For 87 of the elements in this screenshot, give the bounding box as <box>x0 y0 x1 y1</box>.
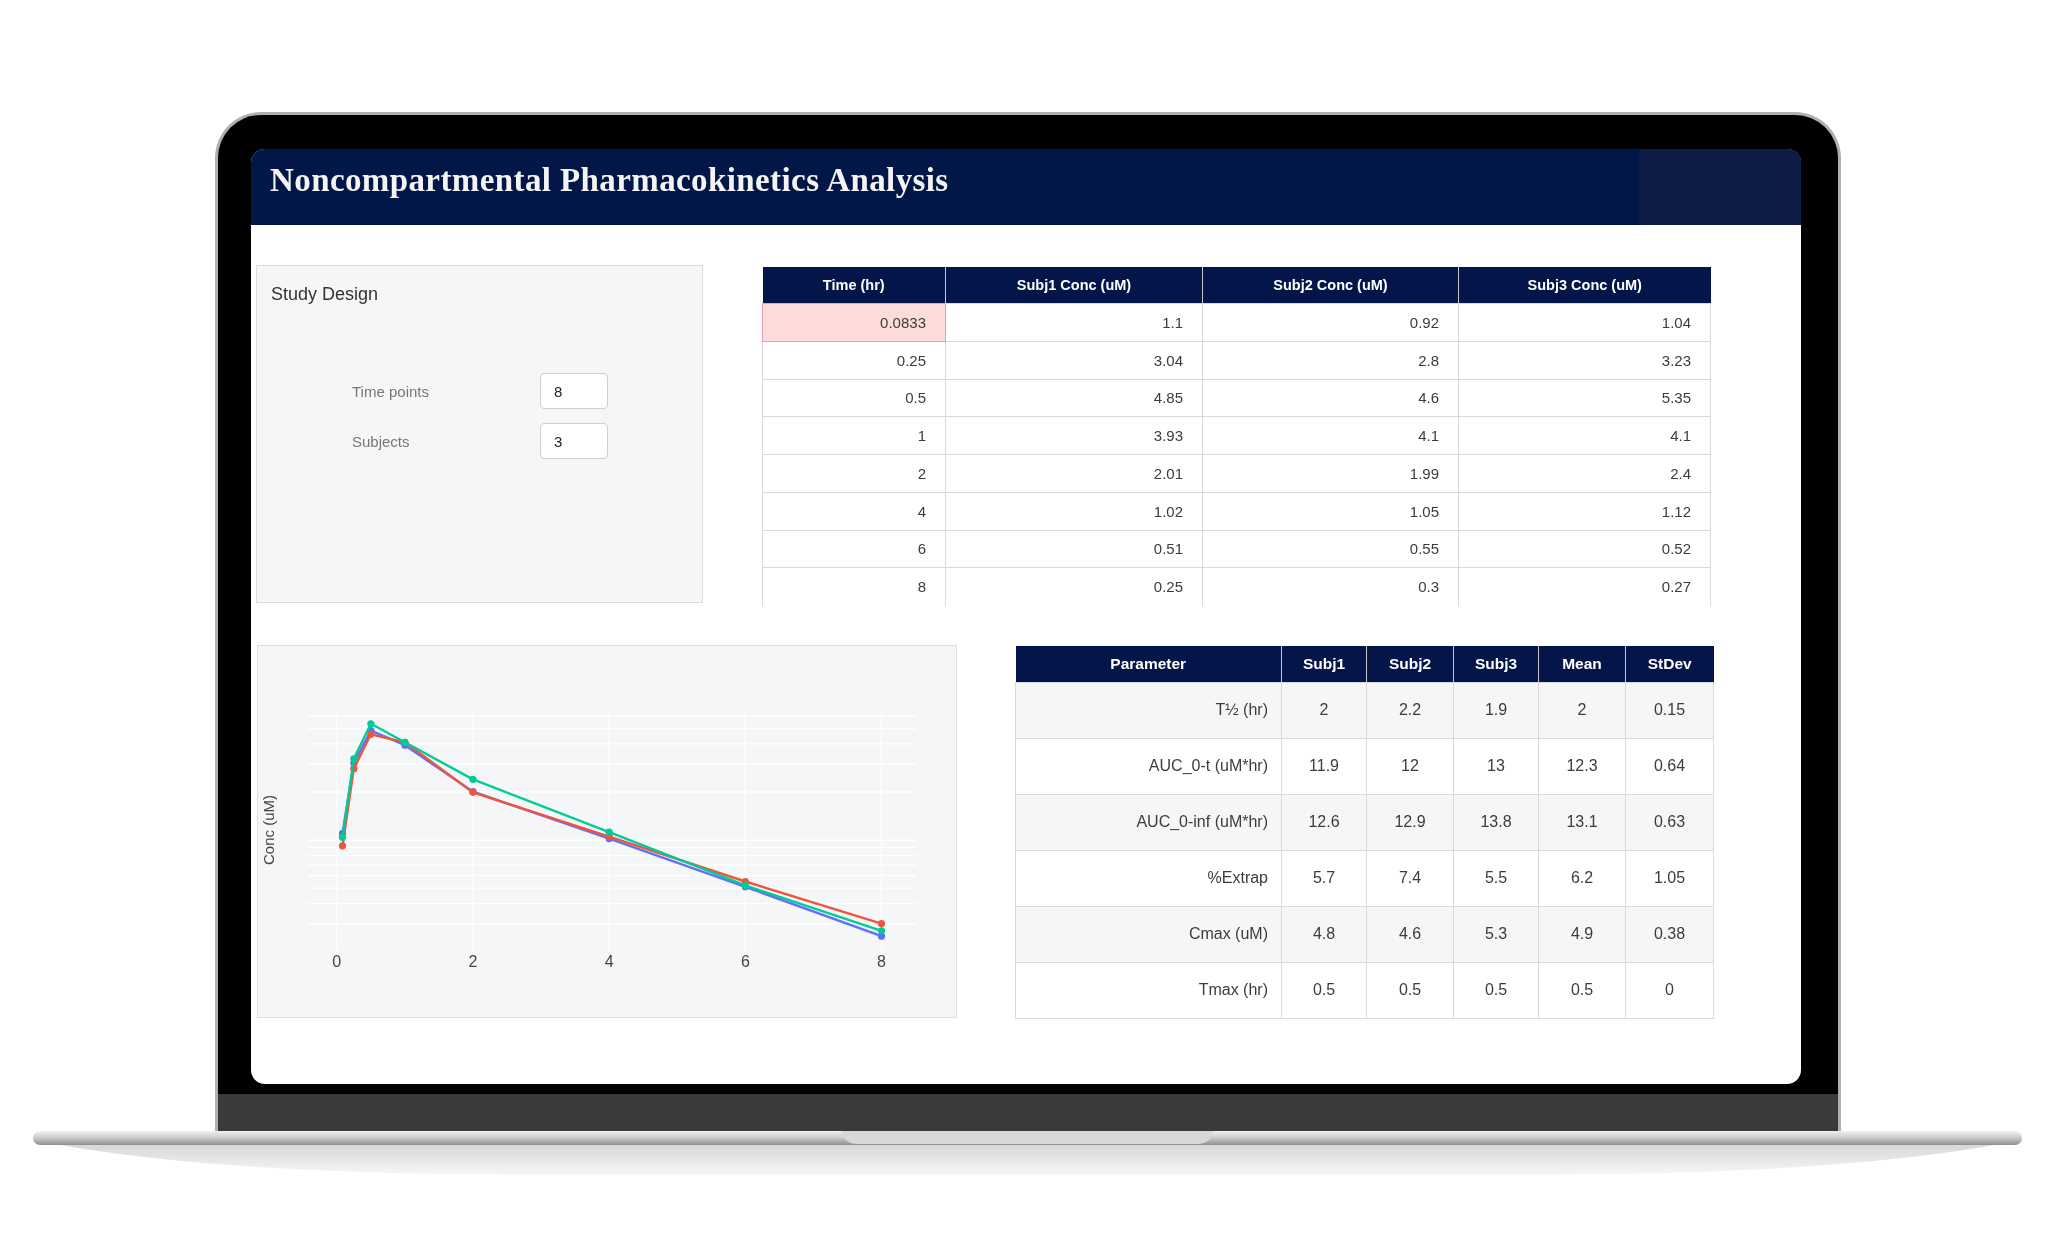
table-cell[interactable]: 0.52 <box>1458 530 1711 568</box>
y-axis-label: Conc (uM) <box>260 794 277 865</box>
table-cell[interactable]: 1.12 <box>1458 492 1711 530</box>
table-cell: 0.38 <box>1625 906 1714 962</box>
table-cell: 5.7 <box>1281 850 1367 906</box>
column-header: Subj1 <box>1281 645 1367 682</box>
table-cell: 2 <box>1538 682 1626 738</box>
table-cell[interactable]: 0.25 <box>762 341 946 379</box>
table-cell: 5.3 <box>1453 906 1539 962</box>
table-cell[interactable]: 1.05 <box>1202 492 1459 530</box>
table-cell[interactable]: 3.04 <box>945 341 1203 379</box>
table-cell: 0.5 <box>1281 962 1367 1018</box>
table-cell[interactable]: 3.93 <box>945 416 1203 455</box>
row-label: T½ (hr) <box>1015 682 1282 738</box>
table-cell: 4.6 <box>1366 906 1454 962</box>
table-cell: 5.5 <box>1453 850 1539 906</box>
table-cell[interactable]: 3.23 <box>1458 341 1711 379</box>
table-cell: 4.9 <box>1538 906 1626 962</box>
table-cell: 2.2 <box>1366 682 1454 738</box>
column-header: StDev <box>1625 645 1714 682</box>
table-cell: 1.05 <box>1625 850 1714 906</box>
row-label: Tmax (hr) <box>1015 962 1282 1018</box>
table-cell[interactable]: 2.01 <box>945 454 1203 493</box>
field-label: Subjects <box>352 432 410 450</box>
x-tick-label: 8 <box>877 952 886 970</box>
table-cell: 0 <box>1625 962 1714 1018</box>
table-cell[interactable]: 4.1 <box>1458 416 1711 455</box>
row-label: Cmax (uM) <box>1015 906 1282 962</box>
column-header: Subj3 Conc (uM) <box>1458 267 1711 304</box>
table-cell: 12.6 <box>1281 794 1367 850</box>
table-cell: 0.64 <box>1625 738 1714 794</box>
table-cell: 6.2 <box>1538 850 1626 906</box>
table-cell: 13.1 <box>1538 794 1626 850</box>
table-cell: 11.9 <box>1281 738 1367 794</box>
table-cell: 0.15 <box>1625 682 1714 738</box>
column-header: Subj1 Conc (uM) <box>945 267 1203 304</box>
table-cell: 0.5 <box>1538 962 1626 1018</box>
table-cell: 12.9 <box>1366 794 1454 850</box>
table-cell[interactable]: 4.85 <box>945 379 1203 417</box>
column-header: Parameter <box>1015 645 1282 682</box>
table-cell: 12 <box>1366 738 1454 794</box>
x-tick-label: 2 <box>468 952 478 970</box>
table-cell[interactable]: 2 <box>762 454 946 493</box>
row-label: AUC_0-inf (uM*hr) <box>1015 794 1282 850</box>
column-header: Subj2 Conc (uM) <box>1202 267 1459 304</box>
table-cell: 7.4 <box>1366 850 1454 906</box>
number-field[interactable]: 3 <box>540 423 608 459</box>
column-header: Mean <box>1538 645 1626 682</box>
column-header: Subj2 <box>1366 645 1454 682</box>
table-cell[interactable]: 1.04 <box>1458 303 1711 342</box>
table-cell: 1.9 <box>1453 682 1539 738</box>
table-cell[interactable]: 4 <box>762 492 946 530</box>
table-cell[interactable]: 0.5 <box>762 379 946 417</box>
table-cell: 4.8 <box>1281 906 1367 962</box>
column-header: Subj3 <box>1453 645 1539 682</box>
field-label: Time points <box>352 382 429 400</box>
x-tick-label: 0 <box>332 952 342 970</box>
table-cell: 12.3 <box>1538 738 1626 794</box>
table-cell[interactable]: 1.02 <box>945 492 1203 530</box>
x-tick-label: 4 <box>604 952 614 970</box>
panel-title: Study Design <box>271 283 379 305</box>
table-cell[interactable]: 1.99 <box>1202 454 1459 493</box>
table-cell[interactable]: 0.0833 <box>762 303 946 342</box>
table-cell[interactable]: 1.1 <box>945 303 1203 342</box>
table-cell: 0.63 <box>1625 794 1714 850</box>
row-label: AUC_0-t (uM*hr) <box>1015 738 1282 794</box>
row-label: %Extrap <box>1015 850 1282 906</box>
table-cell[interactable]: 6 <box>762 530 946 568</box>
table-cell: 0.5 <box>1366 962 1454 1018</box>
x-tick-label: 6 <box>740 952 750 970</box>
table-cell[interactable]: 0.92 <box>1202 303 1459 342</box>
table-cell[interactable]: 0.51 <box>945 530 1203 568</box>
table-cell: 13 <box>1453 738 1539 794</box>
table-cell[interactable]: 0.55 <box>1202 530 1459 568</box>
table-cell[interactable]: 2.4 <box>1458 454 1711 493</box>
table-cell[interactable]: 1 <box>762 416 946 455</box>
table-cell[interactable]: 4.6 <box>1202 379 1459 417</box>
table-cell[interactable]: 2.8 <box>1202 341 1459 379</box>
table-cell: 2 <box>1281 682 1367 738</box>
table-cell: 0.5 <box>1453 962 1539 1018</box>
table-cell[interactable]: 8 <box>762 567 946 606</box>
table-cell[interactable]: 4.1 <box>1202 416 1459 455</box>
column-header: Time (hr) <box>762 267 946 304</box>
table-cell[interactable]: 5.35 <box>1458 379 1711 417</box>
number-field[interactable]: 8 <box>540 373 608 409</box>
app-title: Noncompartmental Pharmacokinetics Analysis <box>270 161 949 199</box>
table-cell: 13.8 <box>1453 794 1539 850</box>
